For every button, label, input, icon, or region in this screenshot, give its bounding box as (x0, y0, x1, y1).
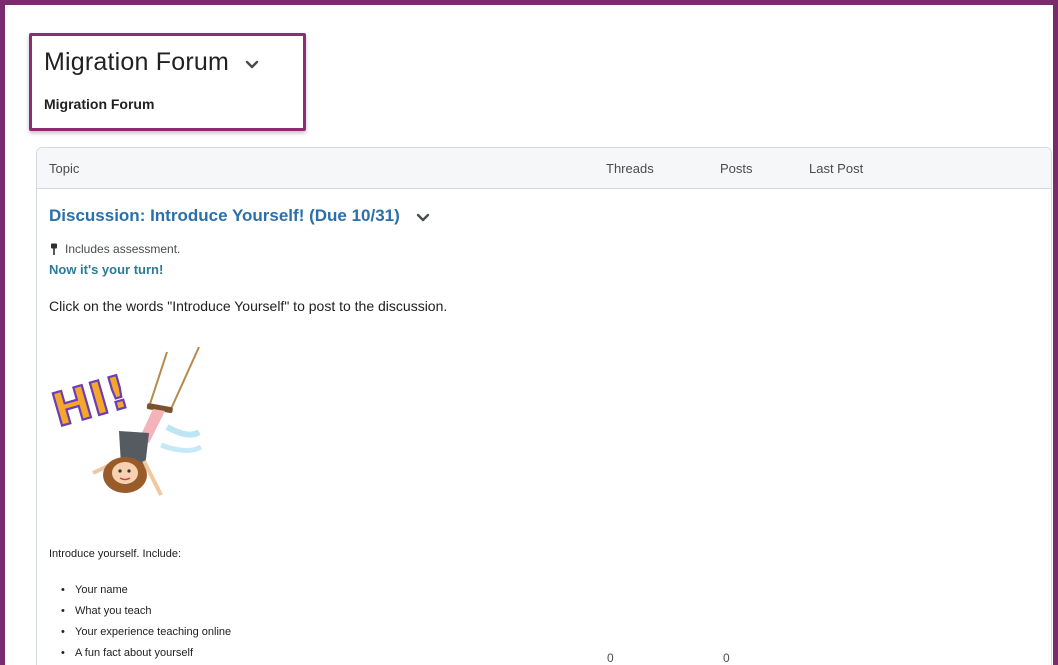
list-item: Your experience teaching online (61, 626, 231, 647)
intro-text: Introduce yourself. Include: (49, 548, 182, 560)
pushpin-icon (51, 243, 57, 255)
list-item: What you teach (61, 605, 231, 626)
forum-title-row[interactable]: Migration Forum (44, 48, 259, 77)
image-text: HI! (49, 364, 135, 437)
list-item: A fun fact about yourself (61, 647, 231, 665)
column-header-topic: Topic (49, 161, 80, 176)
threads-count: 0 (607, 651, 614, 665)
column-header-last-post: Last Post (809, 161, 864, 176)
posts-count: 0 (723, 651, 730, 665)
assessment-note: Includes assessment. (50, 242, 180, 256)
forum-header-highlight: Migration Forum Migration Forum (29, 33, 306, 131)
table-header: Topic Threads Posts Last Post (37, 148, 1051, 189)
bitmoji-swing-image: HI! (45, 346, 209, 507)
chevron-down-icon[interactable] (416, 210, 430, 228)
topic-title-row: Discussion: Introduce Yourself! (Due 10/… (49, 204, 430, 228)
instruction-text: Click on the words "Introduce Yourself" … (49, 298, 448, 314)
forum-title: Migration Forum (44, 48, 229, 76)
page-frame: Migration Forum Migration Forum Topic Th… (0, 0, 1058, 665)
topic-table: Topic Threads Posts Last Post Discussion… (36, 147, 1052, 665)
turn-heading: Now it's your turn! (49, 262, 164, 277)
assessment-note-text: Includes assessment. (65, 242, 181, 256)
topic-title-link[interactable]: Discussion: Introduce Yourself! (Due 10/… (49, 206, 400, 226)
intro-bullet-list: Your name What you teach Your experience… (61, 584, 231, 665)
forum-subtitle: Migration Forum (44, 96, 155, 112)
column-header-posts: Posts (720, 161, 753, 176)
list-item: Your name (61, 584, 231, 605)
chevron-down-icon[interactable] (245, 57, 259, 75)
column-header-threads: Threads (606, 161, 654, 176)
